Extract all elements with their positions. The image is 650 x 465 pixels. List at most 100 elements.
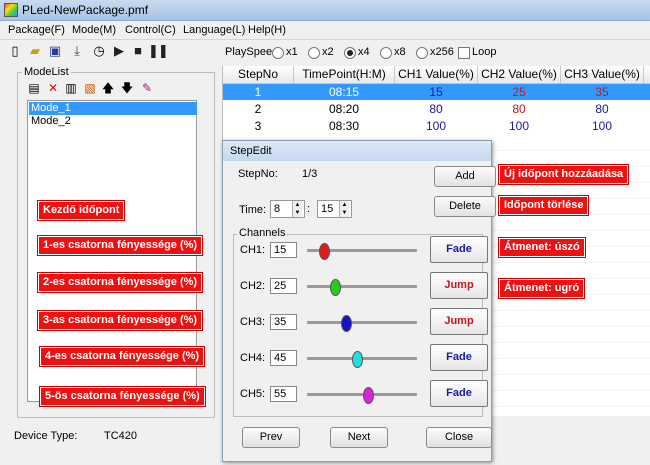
- col-header-ch1[interactable]: CH1 Value(%): [395, 66, 478, 84]
- mode-export-icon[interactable]: ▧: [83, 81, 97, 95]
- cell-ch2: 25: [512, 85, 526, 99]
- stop-icon[interactable]: ■: [131, 44, 145, 58]
- channel-mode-button[interactable]: Fade: [430, 236, 488, 263]
- channel-slider-track[interactable]: [307, 285, 417, 288]
- menu-control[interactable]: Control(C): [125, 24, 176, 36]
- speed-x8-label: x8: [394, 46, 406, 58]
- speed-x256-label: x256: [430, 46, 454, 58]
- mode-edit-icon[interactable]: ✎: [140, 81, 154, 95]
- toolbar: ▯ ▰ ▣ ⤓ ◷ ▶ ■ ❚❚ PlaySpeed: x1 x2 x4 x8 …: [0, 40, 650, 64]
- arrow-up-icon[interactable]: 🡅: [101, 81, 115, 95]
- arrow-down-icon[interactable]: 🡇: [120, 81, 134, 95]
- cell-time: 08:30: [328, 119, 360, 133]
- download-icon[interactable]: ⤓: [70, 44, 84, 58]
- list-item-mode-2[interactable]: Mode_2: [29, 115, 197, 128]
- cell-ch1: 15: [429, 85, 443, 99]
- col-header-ch3[interactable]: CH3 Value(%): [561, 66, 644, 84]
- dialog-title-bar: StepEdit: [223, 141, 491, 161]
- cell-stepno: 1: [254, 85, 262, 99]
- save-icon[interactable]: ▣: [48, 44, 62, 58]
- channel-mode-button[interactable]: Jump: [430, 308, 488, 335]
- channel-slider-track[interactable]: [307, 321, 417, 324]
- play-icon[interactable]: ▶: [112, 44, 126, 58]
- col-header-stepno[interactable]: StepNo: [223, 66, 294, 84]
- menu-package[interactable]: Package(F): [8, 24, 65, 36]
- speed-x2-label: x2: [322, 46, 334, 58]
- cell-stepno: 3: [254, 119, 262, 133]
- device-type-value: TC420: [104, 430, 138, 442]
- stepedit-dialog: StepEdit StepNo: 1/3 Add Delete Time: 8 …: [222, 140, 496, 462]
- channel-value-field[interactable]: 55: [270, 386, 297, 402]
- channel-mode-button[interactable]: Fade: [430, 380, 488, 407]
- spinner-arrows-icon[interactable]: ▲ ▼: [339, 201, 349, 217]
- stepno-label: StepNo:: [238, 168, 278, 180]
- modelist-title: ModeList: [22, 66, 71, 78]
- add-button[interactable]: Add: [434, 166, 496, 187]
- channel-label: CH4:: [240, 352, 266, 364]
- new-file-icon[interactable]: ▯: [8, 44, 22, 58]
- cell-time: 08:20: [328, 102, 360, 116]
- speed-x1-label: x1: [286, 46, 298, 58]
- list-item-mode-1[interactable]: Mode_1: [29, 102, 197, 115]
- annotation-ch4: 4-es csatorna fényessége (%): [40, 347, 205, 366]
- device-type-label: Device Type:: [14, 430, 78, 442]
- speed-x8-radio[interactable]: [380, 47, 392, 59]
- channel-slider-thumb[interactable]: [351, 351, 363, 368]
- channel-slider-thumb[interactable]: [329, 279, 341, 296]
- annotation-delete: Időpont törlése: [499, 196, 589, 215]
- menu-mode[interactable]: Mode(M): [72, 24, 116, 36]
- speed-x256-radio[interactable]: [416, 47, 428, 59]
- hour-spinner[interactable]: 8 ▲ ▼: [270, 200, 305, 218]
- mode-copy-icon[interactable]: ▥: [64, 81, 78, 95]
- loop-label: Loop: [472, 46, 497, 58]
- mode-new-icon[interactable]: ▤: [27, 81, 41, 95]
- channel-label: CH1:: [240, 244, 266, 256]
- annotation-start-time: Kezdő időpont: [38, 201, 125, 220]
- col-header-more: [644, 66, 650, 84]
- cell-ch2: 100: [508, 119, 530, 133]
- table-row[interactable]: 3 08:30 100 100 100: [223, 118, 650, 134]
- annotation-add: Új időpont hozzáadása: [499, 165, 629, 184]
- speed-x4-label: x4: [358, 46, 370, 58]
- channel-value-field[interactable]: 15: [270, 242, 297, 258]
- channel-mode-button[interactable]: Fade: [430, 344, 488, 371]
- channel-value-field[interactable]: 35: [270, 314, 297, 330]
- menu-help[interactable]: Help(H): [248, 24, 286, 36]
- cell-ch3: 35: [595, 85, 609, 99]
- prev-button[interactable]: Prev: [242, 427, 300, 448]
- table-row[interactable]: 1 08:15 15 25 35: [223, 84, 650, 100]
- clock-icon[interactable]: ◷: [92, 44, 106, 58]
- channel-slider-thumb[interactable]: [318, 243, 330, 260]
- minute-value: 15: [321, 203, 334, 215]
- annotation-ch3: 3-as csatorna fényessége (%): [38, 311, 203, 330]
- loop-checkbox[interactable]: [458, 47, 470, 59]
- pause-icon[interactable]: ❚❚: [148, 44, 169, 58]
- spinner-arrows-icon[interactable]: ▲ ▼: [292, 201, 302, 217]
- open-folder-icon[interactable]: ▰: [28, 44, 42, 58]
- speed-x4-radio[interactable]: [344, 47, 356, 59]
- cell-time: 08:15: [328, 85, 360, 99]
- title-bar: PLed-NewPackage.pmf: [0, 0, 650, 21]
- channel-label: CH3:: [240, 316, 266, 328]
- menu-bar: Package(F) Mode(M) Control(C) Language(L…: [0, 21, 650, 40]
- channel-slider-thumb[interactable]: [340, 315, 352, 332]
- speed-x2-radio[interactable]: [308, 47, 320, 59]
- col-header-timepoint[interactable]: TimePoint(H:M): [294, 66, 395, 84]
- cell-ch1: 80: [429, 102, 443, 116]
- col-header-ch2[interactable]: CH2 Value(%): [478, 66, 561, 84]
- channel-value-field[interactable]: 45: [270, 350, 297, 366]
- mode-delete-icon[interactable]: ✕: [46, 81, 60, 95]
- close-button[interactable]: Close: [426, 427, 492, 448]
- minute-spinner[interactable]: 15 ▲ ▼: [317, 200, 352, 218]
- delete-button[interactable]: Delete: [434, 196, 496, 217]
- annotation-ch5: 5-ös csatorna fényessége (%): [40, 387, 205, 406]
- speed-x1-radio[interactable]: [272, 47, 284, 59]
- channel-slider-thumb[interactable]: [362, 387, 374, 404]
- annotation-ch2: 2-es csatorna fényessége (%): [38, 273, 203, 292]
- next-button[interactable]: Next: [330, 427, 388, 448]
- menu-language[interactable]: Language(L): [183, 24, 245, 36]
- table-row[interactable]: 2 08:20 80 80 80: [223, 101, 650, 117]
- channel-value-field[interactable]: 25: [270, 278, 297, 294]
- channel-mode-button[interactable]: Jump: [430, 272, 488, 299]
- cell-stepno: 2: [254, 102, 262, 116]
